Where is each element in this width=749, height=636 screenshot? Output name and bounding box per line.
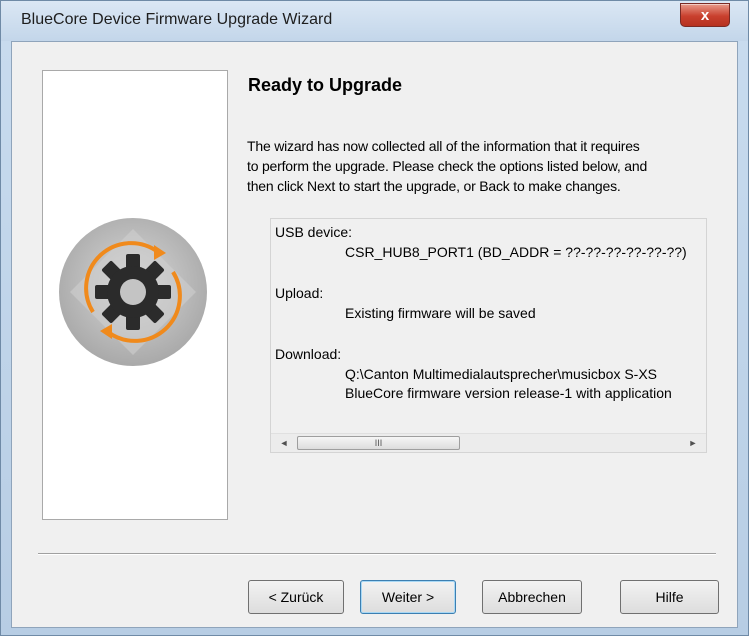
usb-device-label: USB device: <box>275 224 353 240</box>
cancel-button[interactable]: Abbrechen <box>482 580 582 614</box>
download-label: Download: <box>275 346 342 362</box>
horizontal-scrollbar[interactable]: ◄ III ► <box>271 433 706 452</box>
upload-label: Upload: <box>275 285 324 301</box>
upload-value: Existing firmware will be saved <box>345 305 536 321</box>
intro-line: then click Next to start the upgrade, or… <box>247 178 621 194</box>
summary-content: USB device: CSR_HUB8_PORT1 (BD_ADDR = ??… <box>271 219 706 434</box>
intro-line: to perform the upgrade. Please check the… <box>247 158 648 174</box>
download-version: BlueCore firmware version release-1 with… <box>345 385 672 401</box>
scroll-right-icon[interactable]: ► <box>684 434 702 452</box>
download-path: Q:\Canton Multimedialautsprecher\musicbo… <box>345 366 658 382</box>
intro-line: The wizard has now collected all of the … <box>247 138 640 154</box>
close-button[interactable]: x <box>680 3 730 27</box>
page-title: Ready to Upgrade <box>248 75 403 95</box>
button-separator <box>38 553 716 555</box>
scroll-thumb[interactable]: III <box>297 436 460 450</box>
gear-with-circular-arrows-icon <box>59 218 207 366</box>
usb-device-value: CSR_HUB8_PORT1 (BD_ADDR = ??-??-??-??-??… <box>345 244 687 260</box>
wizard-client-area: Ready to Upgrade The wizard has now coll… <box>11 41 738 628</box>
window-title: BlueCore Device Firmware Upgrade Wizard <box>21 11 333 28</box>
wizard-window: BlueCore Device Firmware Upgrade Wizard … <box>0 0 749 636</box>
intro-text: The wizard has now collected all of the … <box>247 136 732 196</box>
back-button[interactable]: < Zurück <box>248 580 344 614</box>
title-bar[interactable]: BlueCore Device Firmware Upgrade Wizard … <box>1 1 748 41</box>
help-button[interactable]: Hilfe <box>620 580 719 614</box>
close-icon: x <box>700 6 710 24</box>
upgrade-summary-box[interactable]: USB device: CSR_HUB8_PORT1 (BD_ADDR = ??… <box>270 218 707 453</box>
scroll-left-icon[interactable]: ◄ <box>275 434 293 452</box>
next-button[interactable]: Weiter > <box>360 580 456 614</box>
